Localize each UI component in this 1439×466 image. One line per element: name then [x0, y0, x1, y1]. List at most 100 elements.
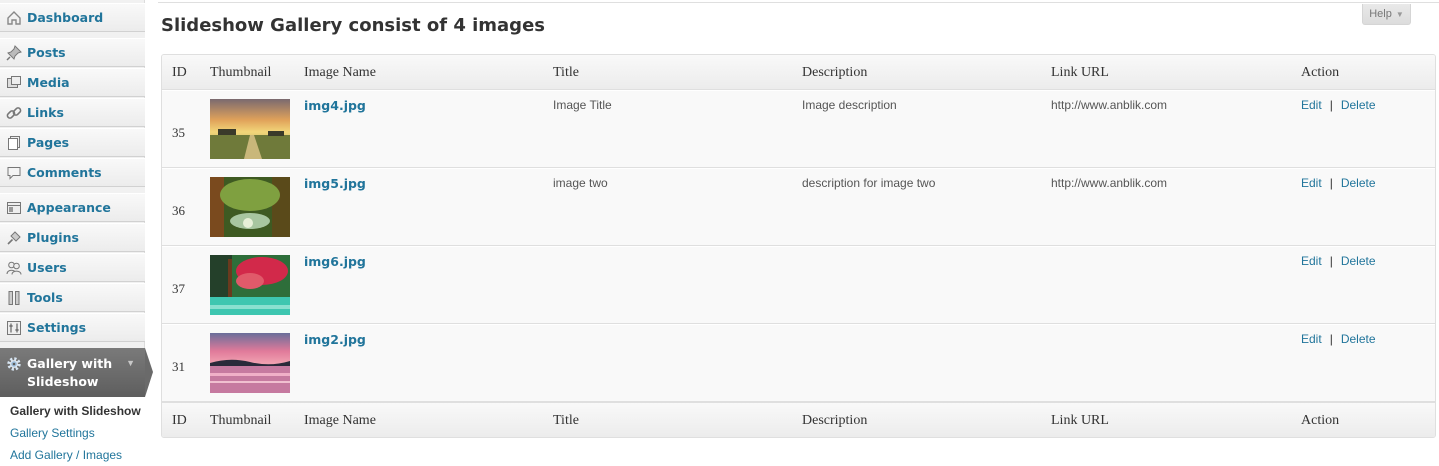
- chevron-down-icon[interactable]: ▼: [126, 358, 135, 368]
- action-separator: |: [1329, 98, 1333, 112]
- admin-sidebar: Dashboard Posts Media Links Pages Commen…: [0, 0, 153, 466]
- menu-item-dashboard[interactable]: Dashboard: [0, 3, 145, 32]
- column-footer-title[interactable]: Title: [553, 403, 579, 437]
- submenu: Gallery with Slideshow Gallery Settings …: [0, 397, 145, 466]
- edit-link[interactable]: Edit: [1301, 176, 1322, 190]
- users-icon: [5, 259, 23, 277]
- gallery-images-table: ID Thumbnail Image Name Title Descriptio…: [161, 54, 1436, 438]
- table-row: 35 img4.jpg Image Title Image descriptio…: [162, 90, 1435, 168]
- chevron-down-icon: ▼: [1395, 9, 1404, 19]
- row-id: 31: [172, 359, 185, 374]
- image-description: description for image two: [802, 176, 936, 190]
- image-name-link[interactable]: img4.jpg: [304, 98, 366, 113]
- media-icon: [5, 74, 23, 92]
- column-footer-image-name[interactable]: Image Name: [304, 403, 376, 437]
- row-actions: Edit | Delete: [1301, 98, 1376, 112]
- menu-item-gallery-with-slideshow[interactable]: Gallery with Slideshow ▼: [0, 348, 145, 397]
- menu-label: Pages: [27, 135, 70, 150]
- menu-label: Links: [27, 105, 64, 120]
- menu-item-media[interactable]: Media: [0, 68, 145, 97]
- submenu-item-gallery-settings[interactable]: Gallery Settings: [0, 422, 145, 444]
- column-header-link-url[interactable]: Link URL: [1051, 55, 1109, 90]
- menu-item-settings[interactable]: Settings: [0, 313, 145, 342]
- menu-item-appearance[interactable]: Appearance: [0, 193, 145, 222]
- menu-label: Dashboard: [27, 10, 104, 25]
- image-name-link[interactable]: img2.jpg: [304, 332, 366, 347]
- chain-link-icon: [5, 104, 23, 122]
- edit-link[interactable]: Edit: [1301, 254, 1322, 268]
- menu-item-comments[interactable]: Comments: [0, 158, 145, 187]
- menu-label: Settings: [27, 320, 87, 335]
- image-title: image two: [553, 176, 608, 190]
- menu-label: Appearance: [27, 200, 111, 215]
- image-name-link[interactable]: img5.jpg: [304, 176, 366, 191]
- menu-item-users[interactable]: Users: [0, 253, 145, 282]
- thumbnail-image[interactable]: [210, 99, 290, 159]
- column-footer-thumbnail[interactable]: Thumbnail: [210, 403, 271, 437]
- column-header-description[interactable]: Description: [802, 55, 867, 90]
- column-footer-link-url[interactable]: Link URL: [1051, 403, 1109, 437]
- delete-link[interactable]: Delete: [1341, 332, 1376, 346]
- help-button[interactable]: Help ▼: [1362, 4, 1411, 25]
- table-header: ID Thumbnail Image Name Title Descriptio…: [162, 55, 1435, 90]
- row-id: 37: [172, 281, 185, 296]
- table-row: 31 img2.jpg Edit | Delete: [162, 324, 1435, 402]
- thumbnail-image[interactable]: [210, 255, 290, 315]
- edit-link[interactable]: Edit: [1301, 332, 1322, 346]
- image-name-link[interactable]: img6.jpg: [304, 254, 366, 269]
- column-footer-description[interactable]: Description: [802, 403, 867, 437]
- row-id: 36: [172, 203, 185, 218]
- image-description: Image description: [802, 98, 897, 112]
- image-title: Image Title: [553, 98, 612, 112]
- delete-link[interactable]: Delete: [1341, 98, 1376, 112]
- menu-label: Media: [27, 75, 70, 90]
- menu-item-pages[interactable]: Pages: [0, 128, 145, 157]
- menu-label: Posts: [27, 45, 66, 60]
- gear-icon: [5, 355, 23, 373]
- submenu-item-add-gallery-images[interactable]: Add Gallery / Images: [0, 444, 145, 466]
- column-footer-action[interactable]: Action: [1301, 403, 1339, 437]
- pages-icon: [5, 134, 23, 152]
- menu-label: Plugins: [27, 230, 79, 245]
- action-separator: |: [1329, 332, 1333, 346]
- column-header-title[interactable]: Title: [553, 55, 579, 90]
- tools-icon: [5, 289, 23, 307]
- column-footer-id[interactable]: ID: [172, 403, 187, 437]
- column-header-action[interactable]: Action: [1301, 55, 1339, 90]
- menu-label: Gallery with Slideshow: [27, 356, 113, 389]
- column-header-image-name[interactable]: Image Name: [304, 55, 376, 90]
- active-menu-pointer: [145, 348, 153, 397]
- column-header-thumbnail[interactable]: Thumbnail: [210, 55, 271, 90]
- table-footer: ID Thumbnail Image Name Title Descriptio…: [162, 402, 1435, 437]
- help-label: Help: [1369, 8, 1392, 20]
- menu-item-links[interactable]: Links: [0, 98, 145, 127]
- thumbnail-image[interactable]: [210, 177, 290, 237]
- submenu-item-gallery-with-slideshow[interactable]: Gallery with Slideshow: [0, 400, 145, 422]
- plug-icon: [5, 229, 23, 247]
- delete-link[interactable]: Delete: [1341, 254, 1376, 268]
- thumbnail-image[interactable]: [210, 333, 290, 393]
- menu-item-posts[interactable]: Posts: [0, 38, 145, 67]
- settings-icon: [5, 319, 23, 337]
- action-separator: |: [1329, 176, 1333, 190]
- image-link-url: http://www.anblik.com: [1051, 98, 1168, 112]
- row-actions: Edit | Delete: [1301, 176, 1376, 190]
- column-header-id[interactable]: ID: [172, 55, 187, 90]
- table-row: 36 img5.jpg image two description for im…: [162, 168, 1435, 246]
- page-title: Slideshow Gallery consist of 4 images: [161, 15, 545, 36]
- table-row: 37 img6.jpg Edit | Delete: [162, 246, 1435, 324]
- header-divider: [158, 0, 1439, 3]
- row-id: 35: [172, 125, 185, 140]
- comment-bubble-icon: [5, 164, 23, 182]
- menu-item-plugins[interactable]: Plugins: [0, 223, 145, 252]
- menu-label: Users: [27, 260, 67, 275]
- pushpin-icon: [5, 44, 23, 62]
- menu-item-tools[interactable]: Tools: [0, 283, 145, 312]
- menu-label: Comments: [27, 165, 102, 180]
- dashboard-icon: [5, 9, 23, 27]
- delete-link[interactable]: Delete: [1341, 176, 1376, 190]
- edit-link[interactable]: Edit: [1301, 98, 1322, 112]
- image-link-url: http://www.anblik.com: [1051, 176, 1168, 190]
- action-separator: |: [1329, 254, 1333, 268]
- row-actions: Edit | Delete: [1301, 254, 1376, 268]
